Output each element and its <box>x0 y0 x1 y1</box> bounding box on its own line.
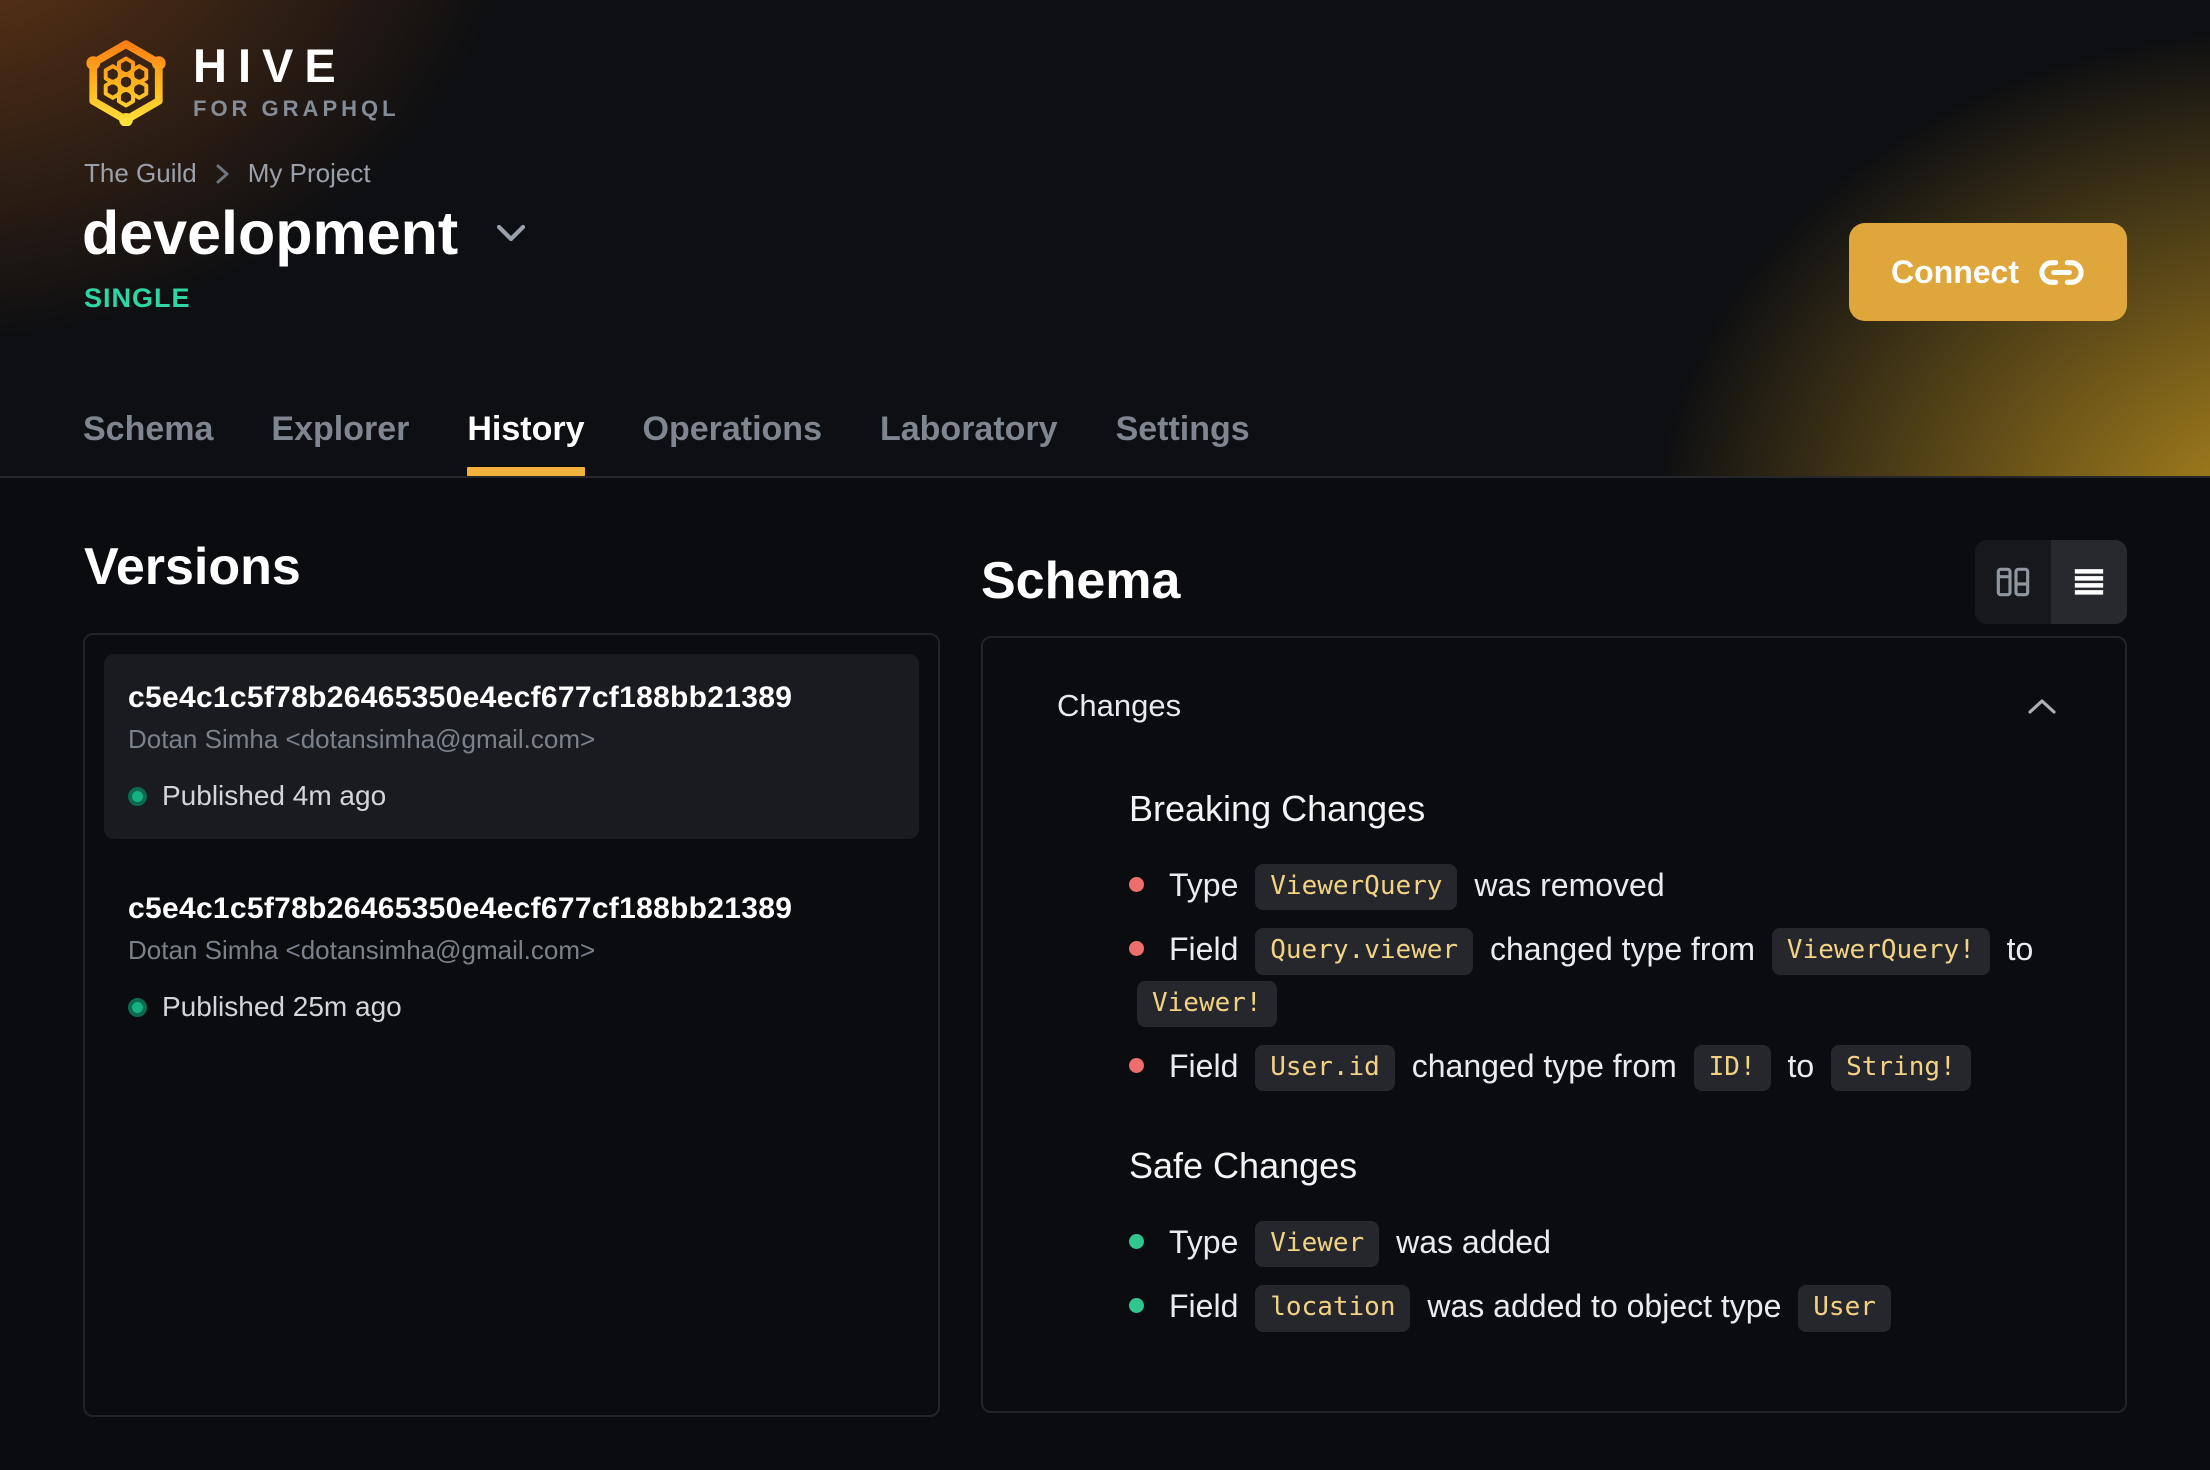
bullet-dot-icon <box>1129 877 1144 892</box>
page-header: HIVE FOR GRAPHQL The Guild My Project de… <box>0 0 2210 478</box>
code-chip: User.id <box>1255 1044 1395 1092</box>
tab-laboratory[interactable]: Laboratory <box>880 409 1058 476</box>
changes-collapse-header[interactable]: Changes <box>1057 688 2057 724</box>
target-title-row: development <box>82 199 526 267</box>
connect-button-label: Connect <box>1891 253 2019 290</box>
hive-logo-icon <box>86 40 166 126</box>
change-item: Field location was added to object type … <box>1129 1281 2057 1333</box>
versions-column: Versions c5e4c1c5f78b26465350e4ecf677cf1… <box>83 538 940 1418</box>
schema-heading-row: Schema <box>981 540 2127 624</box>
target-mode-badge: SINGLE <box>84 283 191 313</box>
schema-heading: Schema <box>981 552 1181 611</box>
breadcrumb: The Guild My Project <box>84 158 371 189</box>
change-item: Field User.id changed type from ID! to S… <box>1129 1041 2057 1093</box>
chevron-up-icon[interactable] <box>2027 698 2057 715</box>
tab-schema[interactable]: Schema <box>83 409 213 476</box>
breaking-changes-list: Type ViewerQuery was removed Field Query… <box>1129 860 2057 1093</box>
versions-panel: c5e4c1c5f78b26465350e4ecf677cf188bb21389… <box>83 633 940 1418</box>
view-mode-toggle <box>1975 540 2127 624</box>
code-chip: ID! <box>1693 1044 1771 1092</box>
changes-label: Changes <box>1057 688 1182 723</box>
link-icon <box>2039 259 2084 285</box>
breadcrumb-project[interactable]: My Project <box>248 158 371 189</box>
tab-explorer[interactable]: Explorer <box>271 409 409 476</box>
version-author: Dotan Simha <dotansimha@gmail.com> <box>128 935 596 966</box>
version-hash: c5e4c1c5f78b26465350e4ecf677cf188bb21389 <box>128 892 793 926</box>
code-chip: String! <box>1831 1044 1971 1092</box>
version-status-text: Published 25m ago <box>162 991 402 1023</box>
chevron-right-icon <box>216 164 229 183</box>
code-chip: ViewerQuery! <box>1771 928 1990 975</box>
code-chip: Viewer! <box>1137 980 1277 1027</box>
target-name: development <box>82 199 459 267</box>
safe-changes-title: Safe Changes <box>1129 1145 1358 1187</box>
tab-bar: Schema Explorer History Operations Labor… <box>83 409 1250 476</box>
version-author: Dotan Simha <dotansimha@gmail.com> <box>128 724 596 755</box>
version-status-text: Published 4m ago <box>162 780 387 812</box>
version-card[interactable]: c5e4c1c5f78b26465350e4ecf677cf188bb21389… <box>104 865 919 1050</box>
version-status: Published 25m ago <box>128 991 895 1023</box>
bullet-dot-icon <box>1129 941 1144 957</box>
bullet-dot-icon <box>1129 1298 1144 1314</box>
change-item: Type Viewer was added <box>1129 1217 2057 1269</box>
breaking-changes-section: Breaking Changes Type ViewerQuery was re… <box>1129 788 2057 1093</box>
code-chip: location <box>1255 1285 1411 1332</box>
version-hash: c5e4c1c5f78b26465350e4ecf677cf188bb21389 <box>128 681 793 715</box>
brand-text: HIVE FOR GRAPHQL <box>193 42 400 122</box>
versions-heading: Versions <box>84 538 301 596</box>
changes-body: Breaking Changes Type ViewerQuery was re… <box>1057 724 2057 1334</box>
version-status: Published 4m ago <box>128 780 895 812</box>
main-content: Versions c5e4c1c5f78b26465350e4ecf677cf1… <box>0 478 2210 1418</box>
columns-view-icon <box>1996 567 2030 597</box>
safe-changes-section: Safe Changes Type Viewer was added Field… <box>1129 1145 2057 1334</box>
list-view-icon <box>2074 569 2104 595</box>
brand-tagline: FOR GRAPHQL <box>193 96 400 121</box>
breaking-changes-title: Breaking Changes <box>1129 788 1426 829</box>
published-dot-icon <box>128 997 147 1017</box>
chevron-down-icon[interactable] <box>496 224 526 243</box>
change-item: Field Query.viewer changed type from Vie… <box>1129 924 2057 1029</box>
tab-operations[interactable]: Operations <box>643 409 822 476</box>
tab-settings[interactable]: Settings <box>1116 409 1250 476</box>
schema-column: Schema Changes Breaking Changes Type Vie… <box>981 540 2127 1417</box>
code-chip: Query.viewer <box>1255 928 1474 975</box>
schema-changes-panel: Changes Breaking Changes Type ViewerQuer… <box>981 636 2127 1413</box>
tab-history[interactable]: History <box>467 409 585 476</box>
brand-name: HIVE <box>193 39 347 92</box>
bullet-dot-icon <box>1129 1234 1144 1250</box>
brand-logo-row[interactable]: HIVE FOR GRAPHQL <box>83 38 400 126</box>
code-chip: ViewerQuery <box>1255 864 1458 911</box>
list-view-button[interactable] <box>2051 540 2127 624</box>
breadcrumb-org[interactable]: The Guild <box>84 158 197 189</box>
change-item: Type ViewerQuery was removed <box>1129 860 2057 912</box>
code-chip: Viewer <box>1255 1221 1380 1268</box>
split-view-button[interactable] <box>1975 540 2051 624</box>
safe-changes-list: Type Viewer was added Field location was… <box>1129 1217 2057 1334</box>
bullet-dot-icon <box>1129 1057 1144 1073</box>
code-chip: User <box>1798 1285 1891 1332</box>
published-dot-icon <box>128 786 147 806</box>
connect-button[interactable]: Connect <box>1849 223 2127 321</box>
version-card[interactable]: c5e4c1c5f78b26465350e4ecf677cf188bb21389… <box>104 654 919 840</box>
